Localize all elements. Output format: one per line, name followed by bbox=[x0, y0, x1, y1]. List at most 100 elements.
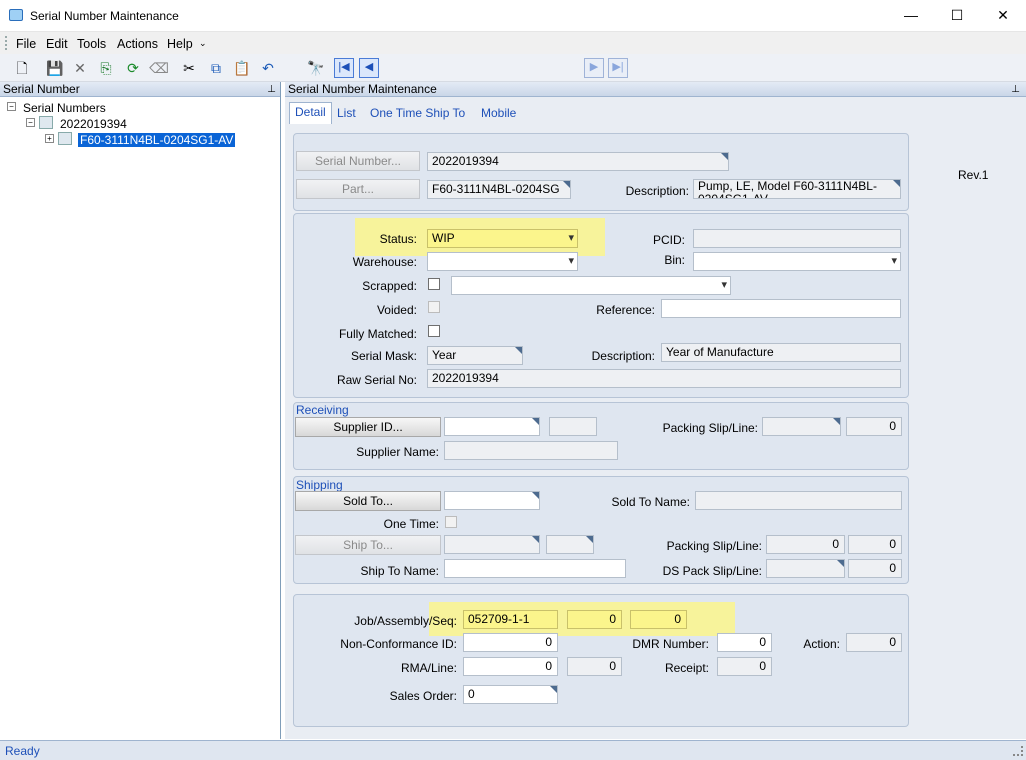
scrap-reason-dropdown[interactable] bbox=[451, 276, 731, 295]
ship-to-num-field[interactable] bbox=[546, 535, 594, 554]
tree-expander[interactable]: + bbox=[45, 134, 54, 143]
menu-actions[interactable]: Actions bbox=[117, 37, 158, 51]
shipping-packing-slip-field[interactable]: 0 bbox=[766, 535, 845, 554]
ship-to-name-label: Ship To Name: bbox=[360, 564, 440, 578]
pin-icon[interactable]: ⊥ bbox=[267, 82, 276, 97]
left-pane-title: Serial Number bbox=[3, 82, 80, 96]
ship-to-name-field[interactable] bbox=[444, 559, 626, 578]
tab-mobile[interactable]: Mobile bbox=[481, 106, 516, 120]
undo-icon[interactable]: ↶ bbox=[258, 58, 278, 78]
menu-tools[interactable]: Tools bbox=[77, 37, 106, 51]
tree-node-serial[interactable]: 2022019394 bbox=[60, 117, 127, 131]
warehouse-label: Warehouse: bbox=[352, 255, 417, 269]
raw-serial-label: Raw Serial No: bbox=[336, 373, 417, 387]
part-icon bbox=[58, 132, 72, 145]
raw-serial-field[interactable]: 2022019394 bbox=[427, 369, 901, 388]
scrapped-checkbox[interactable] bbox=[428, 278, 440, 290]
left-pane: Serial Number ⊥ − Serial Numbers − 20220… bbox=[0, 82, 281, 739]
ds-pack-slip-field[interactable] bbox=[766, 559, 845, 578]
sold-to-name-field[interactable] bbox=[695, 491, 902, 510]
menu-help[interactable]: Help bbox=[167, 37, 193, 51]
mask-description-label: Description: bbox=[591, 349, 655, 363]
sequence-field[interactable]: 0 bbox=[630, 610, 687, 629]
refresh-icon[interactable]: ⟳ bbox=[123, 58, 143, 78]
one-time-label: One Time: bbox=[383, 517, 439, 531]
non-conformance-field[interactable]: 0 bbox=[463, 633, 558, 652]
window-title: Serial Number Maintenance bbox=[30, 9, 179, 23]
paste-icon[interactable]: 📋 bbox=[232, 58, 252, 78]
serial-mask-field[interactable]: Year bbox=[427, 346, 523, 365]
sold-to-button[interactable]: Sold To... bbox=[295, 491, 441, 511]
supplier-name-label: Supplier Name: bbox=[356, 445, 439, 459]
status-dropdown[interactable]: WIP bbox=[427, 229, 578, 248]
serial-number-button[interactable]: Serial Number... bbox=[296, 151, 420, 171]
part-field[interactable]: F60-3111N4BL-0204SG bbox=[427, 180, 571, 199]
tab-one-time-ship-to[interactable]: One Time Ship To bbox=[370, 106, 465, 120]
dmr-number-field[interactable]: 0 bbox=[717, 633, 772, 652]
tree-expander[interactable]: − bbox=[7, 102, 16, 111]
description-field[interactable]: Pump, LE, Model F60-3111N4BL-0204SG1-AV bbox=[693, 179, 901, 199]
status-text: Ready bbox=[5, 744, 40, 758]
resize-grip-icon[interactable] bbox=[1013, 746, 1023, 756]
tree-expander[interactable]: − bbox=[26, 118, 35, 127]
pcid-field[interactable] bbox=[693, 229, 901, 248]
menu-file[interactable]: File bbox=[16, 37, 36, 51]
rma-field[interactable]: 0 bbox=[463, 657, 558, 676]
tree-root[interactable]: Serial Numbers bbox=[23, 101, 106, 115]
cut-icon[interactable]: ✂ bbox=[179, 58, 199, 78]
ship-to-field[interactable] bbox=[444, 535, 540, 554]
reference-field[interactable] bbox=[661, 299, 901, 318]
voided-checkbox[interactable] bbox=[428, 301, 440, 313]
maximize-button[interactable]: ☐ bbox=[934, 0, 980, 31]
attachment-icon[interactable]: ⎘ bbox=[96, 58, 116, 78]
sales-order-field[interactable]: 0 bbox=[463, 685, 558, 704]
action-label: Action: bbox=[803, 637, 840, 651]
close-button[interactable]: ✕ bbox=[980, 0, 1026, 31]
tree-node-part-selected[interactable]: F60-3111N4BL-0204SG1-AV bbox=[78, 133, 236, 147]
ship-to-button[interactable]: Ship To... bbox=[295, 535, 441, 555]
mask-description-field[interactable]: Year of Manufacture bbox=[661, 343, 901, 362]
ds-pack-line-field[interactable]: 0 bbox=[848, 559, 902, 578]
one-time-checkbox[interactable] bbox=[445, 516, 457, 528]
copy-icon[interactable]: ⧉ bbox=[206, 58, 226, 78]
part-button[interactable]: Part... bbox=[296, 179, 420, 199]
shipping-packing-line-field[interactable]: 0 bbox=[848, 535, 902, 554]
assembly-field[interactable]: 0 bbox=[567, 610, 622, 629]
last-record-button[interactable]: ▶| bbox=[608, 58, 628, 78]
tab-detail[interactable]: Detail bbox=[289, 102, 332, 124]
fully-matched-checkbox[interactable] bbox=[428, 325, 440, 337]
job-number-field[interactable]: 052709-1-1 bbox=[463, 610, 558, 629]
previous-record-button[interactable]: ◀ bbox=[359, 58, 379, 78]
save-icon[interactable]: 💾 bbox=[45, 58, 65, 78]
receiving-packing-slip-field[interactable] bbox=[762, 417, 841, 436]
identity-group bbox=[293, 133, 909, 211]
menu-bar: File Edit Tools Actions Help ⌄ bbox=[0, 32, 1026, 54]
clear-icon[interactable]: ⌫ bbox=[149, 58, 169, 78]
bin-dropdown[interactable] bbox=[693, 252, 901, 271]
supplier-id-button[interactable]: Supplier ID... bbox=[295, 417, 441, 437]
binoculars-icon[interactable]: 🔭 bbox=[306, 58, 326, 78]
sold-to-field[interactable] bbox=[444, 491, 540, 510]
first-record-button[interactable]: |◀ bbox=[334, 58, 354, 78]
receiving-packing-line-field[interactable]: 0 bbox=[846, 417, 902, 436]
delete-icon[interactable]: ✕ bbox=[70, 58, 90, 78]
fully-matched-label: Fully Matched: bbox=[338, 327, 417, 341]
shipping-packing-slip-label: Packing Slip/Line: bbox=[666, 539, 762, 553]
next-record-button[interactable]: ▶ bbox=[584, 58, 604, 78]
menu-overflow-icon[interactable]: ⌄ bbox=[199, 38, 207, 49]
tab-list[interactable]: List bbox=[337, 106, 356, 120]
receipt-field[interactable]: 0 bbox=[717, 657, 772, 676]
new-icon[interactable]: 🗋 bbox=[12, 58, 32, 78]
warehouse-dropdown[interactable] bbox=[427, 252, 578, 271]
minimize-button[interactable]: — bbox=[888, 0, 934, 31]
menu-edit[interactable]: Edit bbox=[46, 37, 68, 51]
serial-number-field[interactable]: 2022019394 bbox=[427, 152, 729, 171]
supplier-id-field[interactable] bbox=[444, 417, 540, 436]
rev-label: Rev.1 bbox=[958, 168, 989, 182]
right-pane-title: Serial Number Maintenance bbox=[288, 82, 437, 96]
action-field[interactable]: 0 bbox=[846, 633, 902, 652]
pin-icon[interactable]: ⊥ bbox=[1011, 82, 1020, 97]
bin-label: Bin: bbox=[664, 253, 685, 267]
supplier-name-field[interactable] bbox=[444, 441, 618, 460]
supplier-num-field[interactable] bbox=[549, 417, 597, 436]
